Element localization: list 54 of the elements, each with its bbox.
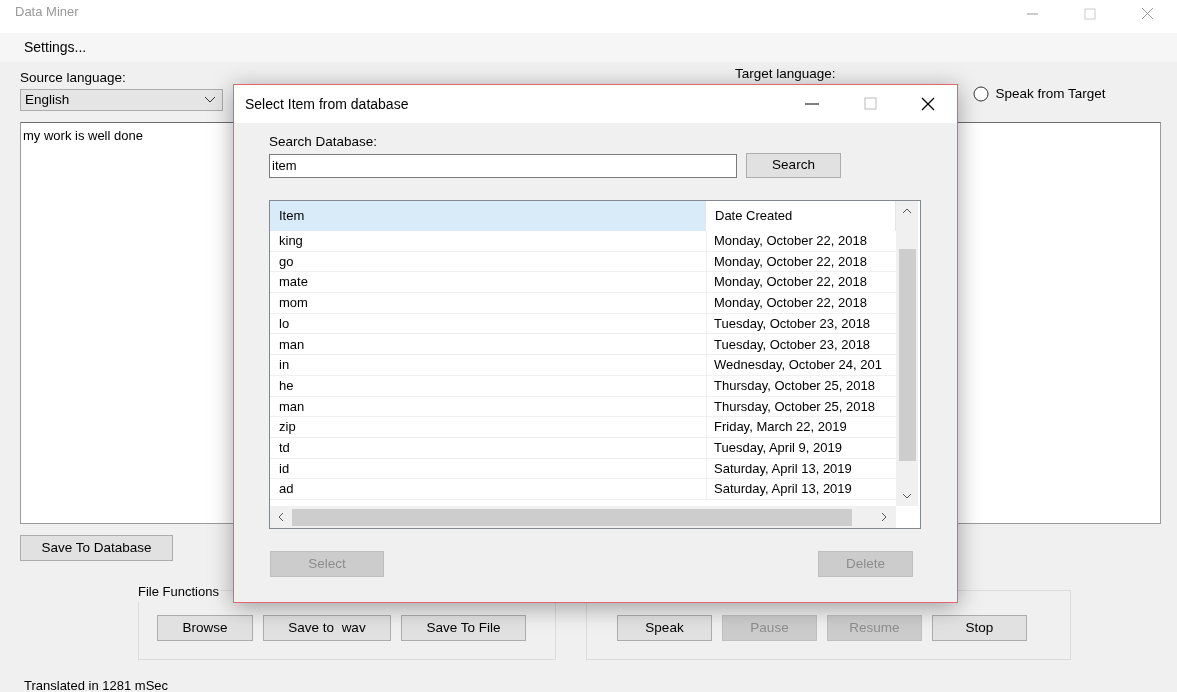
field-label: Target language: (735, 66, 837, 82)
chevron-down-icon (204, 96, 216, 105)
scroll-up-icon[interactable] (902, 207, 912, 215)
table-cell: king (270, 231, 706, 252)
field-label: Search Database: (269, 134, 379, 150)
button[interactable]: Browse (157, 615, 253, 642)
button[interactable]: Save To Database (20, 535, 173, 562)
table-cell: Monday, October 22, 2018 (706, 272, 896, 294)
table-cell: Wednesday, October 24, 201 (706, 355, 896, 376)
window-title: Data Miner (15, 4, 79, 19)
table-cell: lo (270, 313, 706, 335)
scroll-down-icon[interactable] (902, 492, 912, 500)
radio-button[interactable] (973, 86, 989, 103)
search-field[interactable]: item (269, 153, 737, 178)
table-cell: zip (270, 417, 706, 438)
table-cell: mom (270, 293, 706, 314)
table-cell: Saturday, April 13, 2019 (706, 479, 896, 500)
button[interactable]: Save to wav (263, 615, 391, 642)
language-dropdown[interactable]: English (20, 89, 223, 112)
scroll-thumb[interactable] (898, 249, 916, 461)
table-cell: td (270, 437, 706, 459)
button[interactable]: Speak (617, 615, 712, 642)
search-button[interactable]: Search (746, 153, 841, 178)
table-cell: Thursday, October 25, 2018 (706, 396, 896, 418)
table-cell: mate (270, 272, 706, 294)
column-header[interactable]: Item (270, 201, 706, 231)
table-cell: Tuesday, April 9, 2019 (706, 437, 896, 459)
table-cell: Saturday, April 13, 2019 (706, 458, 896, 480)
scroll-right-icon[interactable] (880, 512, 888, 522)
table-cell: id (270, 458, 706, 480)
table-cell: he (270, 375, 706, 397)
table-cell: Tuesday, October 23, 2018 (706, 334, 896, 356)
table-cell: Monday, October 22, 2018 (706, 293, 896, 314)
button[interactable]: Stop (932, 615, 1027, 642)
table-cell: Friday, March 22, 2019 (706, 417, 896, 438)
field-label: Source language: (20, 70, 127, 86)
vertical-scrollbar[interactable] (896, 201, 918, 506)
table-cell: go (270, 251, 706, 273)
status-text: Translated in 1281 mSec (24, 677, 170, 692)
table-cell: ad (270, 479, 706, 500)
table-cell: Thursday, October 25, 2018 (706, 375, 896, 397)
scroll-thumb[interactable] (292, 508, 852, 526)
button[interactable]: Save To File (401, 615, 526, 642)
table-cell: Monday, October 22, 2018 (706, 231, 896, 252)
table-cell: Monday, October 22, 2018 (706, 251, 896, 273)
dialog-title: Select Item from database (245, 94, 409, 114)
table-cell: Tuesday, October 23, 2018 (706, 313, 896, 335)
radio-option[interactable]: Speak from Target (973, 84, 1106, 105)
table-cell: man (270, 396, 706, 418)
table-cell: in (270, 355, 706, 376)
scroll-left-icon[interactable] (277, 512, 285, 522)
menu-item[interactable]: Settings... (24, 37, 87, 58)
table-cell: man (270, 334, 706, 356)
horizontal-scrollbar[interactable] (270, 506, 896, 528)
